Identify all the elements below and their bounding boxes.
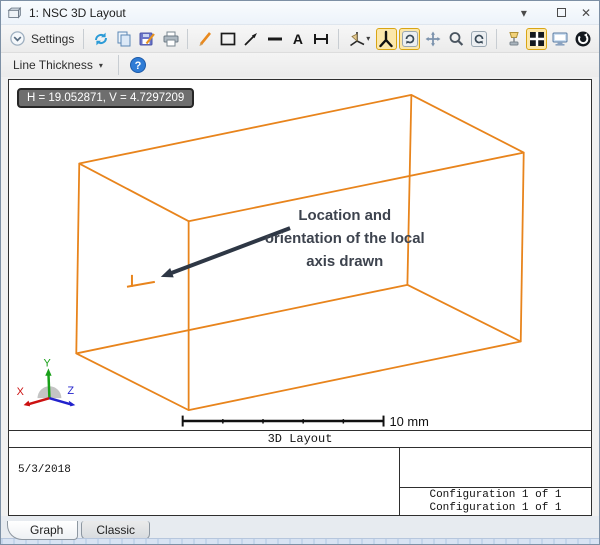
wireframe-box <box>76 95 523 410</box>
zoom-icon <box>447 30 465 48</box>
copy-clipboard-icon <box>551 30 569 48</box>
maximize-button[interactable] <box>557 8 566 17</box>
plot-info-right-cell: Configuration 1 of 1 Configuration 1 of … <box>399 448 591 515</box>
coordinate-readout: H = 19.052871, V = 4.7297209 <box>17 88 194 108</box>
secondary-toolbar: Line Thickness ▾ ? <box>1 53 599 77</box>
nsc-3d-layout-window: 1: NSC 3D Layout ▾ ✕ Settings <box>0 0 600 545</box>
copy-icon <box>115 30 133 48</box>
line-thickness-label: Line Thickness <box>13 58 93 72</box>
local-axis-marker <box>127 275 155 287</box>
configuration-line1: Configuration 1 of 1 <box>400 489 591 502</box>
draw-rectangle-button[interactable] <box>218 28 239 50</box>
rectangle-icon <box>219 30 237 48</box>
annotation-text-line2: orientation of the local <box>265 231 425 247</box>
update-button[interactable] <box>573 28 594 50</box>
toolbar-separator <box>83 29 84 49</box>
layout-plot-frame: H = 19.052871, V = 4.7297209 <box>8 79 592 516</box>
line-icon <box>266 30 284 48</box>
window-3d-icon <box>7 5 23 21</box>
text-a-icon: A <box>293 31 303 47</box>
orientation-caret-icon: ▾ <box>366 34 370 43</box>
print-button[interactable] <box>160 28 181 50</box>
line-thickness-dropdown[interactable]: Line Thickness ▾ <box>6 56 110 74</box>
axis-x-label: X <box>17 386 25 398</box>
settings-chevron-icon <box>9 30 26 47</box>
pan-icon <box>424 30 442 48</box>
tab-strip: Graph Classic <box>1 516 599 544</box>
window-title: 1: NSC 3D Layout <box>29 6 126 20</box>
zoom-reset-button[interactable] <box>469 28 490 50</box>
plot-info-row: 5/3/2018 Configuration 1 of 1 Configurat… <box>9 448 591 515</box>
tab-graph-label: Graph <box>30 523 63 537</box>
main-toolbar: Settings <box>1 25 599 53</box>
configuration-cell: Configuration 1 of 1 Configuration 1 of … <box>400 487 591 515</box>
lamp-icon <box>505 30 523 48</box>
fill-window-icon <box>528 30 546 48</box>
copy-clipboard-button[interactable] <box>549 28 570 50</box>
draw-dimension-button[interactable] <box>311 28 332 50</box>
tab-graph[interactable]: Graph <box>7 521 78 540</box>
pan-button[interactable] <box>422 28 443 50</box>
settings-label: Settings <box>31 32 74 46</box>
title-bar[interactable]: 1: NSC 3D Layout ▾ ✕ <box>1 1 599 25</box>
save-icon <box>138 30 156 48</box>
toolbar-separator <box>118 55 119 75</box>
local-axis-icon <box>377 30 395 48</box>
plot-title: 3D Layout <box>9 431 591 448</box>
draw-pencil-button[interactable] <box>194 28 215 50</box>
axis-z-label: Z <box>67 385 74 397</box>
plot-info-empty-cell <box>400 448 591 487</box>
rotate-icon <box>401 30 419 48</box>
zoom-button[interactable] <box>445 28 466 50</box>
zoom-reset-icon <box>470 30 488 48</box>
refresh-icon <box>92 30 110 48</box>
scale-bar-label: 10 mm <box>389 414 428 429</box>
layout-drawing: Location and orientation of the local ax… <box>9 80 591 430</box>
refresh-button[interactable] <box>90 28 111 50</box>
toolbar-separator <box>338 29 339 49</box>
draw-text-button[interactable]: A <box>287 28 308 50</box>
orientation-indicator-icon <box>348 30 366 48</box>
line-thickness-caret-icon: ▾ <box>99 61 103 70</box>
update-icon <box>574 30 592 48</box>
arrow-icon <box>242 30 260 48</box>
toolbar-separator <box>187 29 188 49</box>
draw-line-button[interactable] <box>264 28 285 50</box>
help-button[interactable]: ? <box>127 54 149 76</box>
local-axis-toggle-button[interactable] <box>376 28 397 50</box>
window-menu-caret-icon[interactable]: ▾ <box>521 7 527 19</box>
help-icon: ? <box>129 56 147 74</box>
configuration-line2: Configuration 1 of 1 <box>400 502 591 515</box>
save-button[interactable] <box>137 28 158 50</box>
annotation-text-line3: axis drawn <box>306 254 383 270</box>
lamp-button[interactable] <box>503 28 524 50</box>
maximize-icon <box>557 8 566 17</box>
toolbar-separator <box>496 29 497 49</box>
window-bottom-edge <box>1 538 599 544</box>
fill-window-toggle-button[interactable] <box>526 28 547 50</box>
axis-y-label: Y <box>43 357 51 369</box>
pencil-icon <box>196 30 214 48</box>
svg-text:?: ? <box>134 60 141 72</box>
settings-button[interactable]: Settings <box>6 30 77 47</box>
annotation-text-line1: Location and <box>298 208 391 224</box>
close-button[interactable]: ✕ <box>581 7 591 19</box>
3d-layout-canvas[interactable]: H = 19.052871, V = 4.7297209 <box>9 80 591 431</box>
axis-triad: Y X Z <box>17 357 76 406</box>
copy-button[interactable] <box>114 28 135 50</box>
tab-classic-label: Classic <box>96 523 135 537</box>
scale-bar <box>183 416 384 427</box>
draw-arrow-button[interactable] <box>241 28 262 50</box>
plot-date: 5/3/2018 <box>9 448 399 515</box>
print-icon <box>162 30 180 48</box>
orientation-indicator-button[interactable]: ▾ <box>345 28 374 50</box>
dimension-h-icon <box>312 30 330 48</box>
rotate-toggle-button[interactable] <box>399 28 420 50</box>
